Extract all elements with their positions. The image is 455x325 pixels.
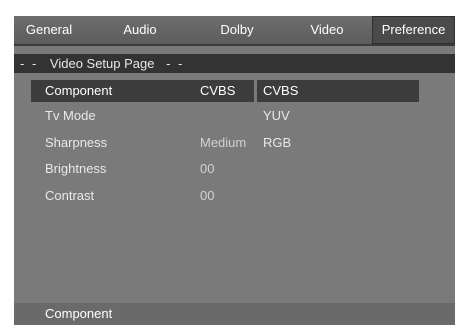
setting-tv-mode[interactable]: Tv Mode xyxy=(45,105,96,127)
tab-video[interactable]: Video xyxy=(290,16,364,44)
setting-value-component: CVBS xyxy=(200,83,236,98)
option-rgb[interactable]: RGB xyxy=(263,132,291,154)
tab-dolby[interactable]: Dolby xyxy=(202,16,272,44)
page-title-dash-right: - - xyxy=(166,56,185,71)
page-title-dash-left: - - xyxy=(20,56,39,71)
page-title: Video Setup Page xyxy=(49,56,155,71)
tab-audio[interactable]: Audio xyxy=(104,16,176,44)
page-title-bar: - - Video Setup Page - - xyxy=(14,54,455,73)
status-bar: Component xyxy=(14,303,455,325)
setting-value-sharpness: Medium xyxy=(200,135,247,150)
option-yuv[interactable]: YUV xyxy=(263,105,290,127)
setting-component[interactable]: Component xyxy=(45,80,112,102)
tab-bar: General Audio Dolby Video Preference xyxy=(14,16,455,46)
setting-sharpness[interactable]: Sharpness xyxy=(45,132,107,154)
setting-value-contrast: 00 xyxy=(200,188,215,203)
setting-contrast[interactable]: Contrast xyxy=(45,185,94,207)
tab-general[interactable]: General xyxy=(14,16,84,44)
setting-value-brightness: 00 xyxy=(200,161,215,176)
setup-screen: General Audio Dolby Video Preference - -… xyxy=(14,16,455,325)
setting-brightness[interactable]: Brightness xyxy=(45,158,106,180)
option-cvbs[interactable]: CVBS xyxy=(263,80,298,102)
tab-preference[interactable]: Preference xyxy=(372,16,455,44)
